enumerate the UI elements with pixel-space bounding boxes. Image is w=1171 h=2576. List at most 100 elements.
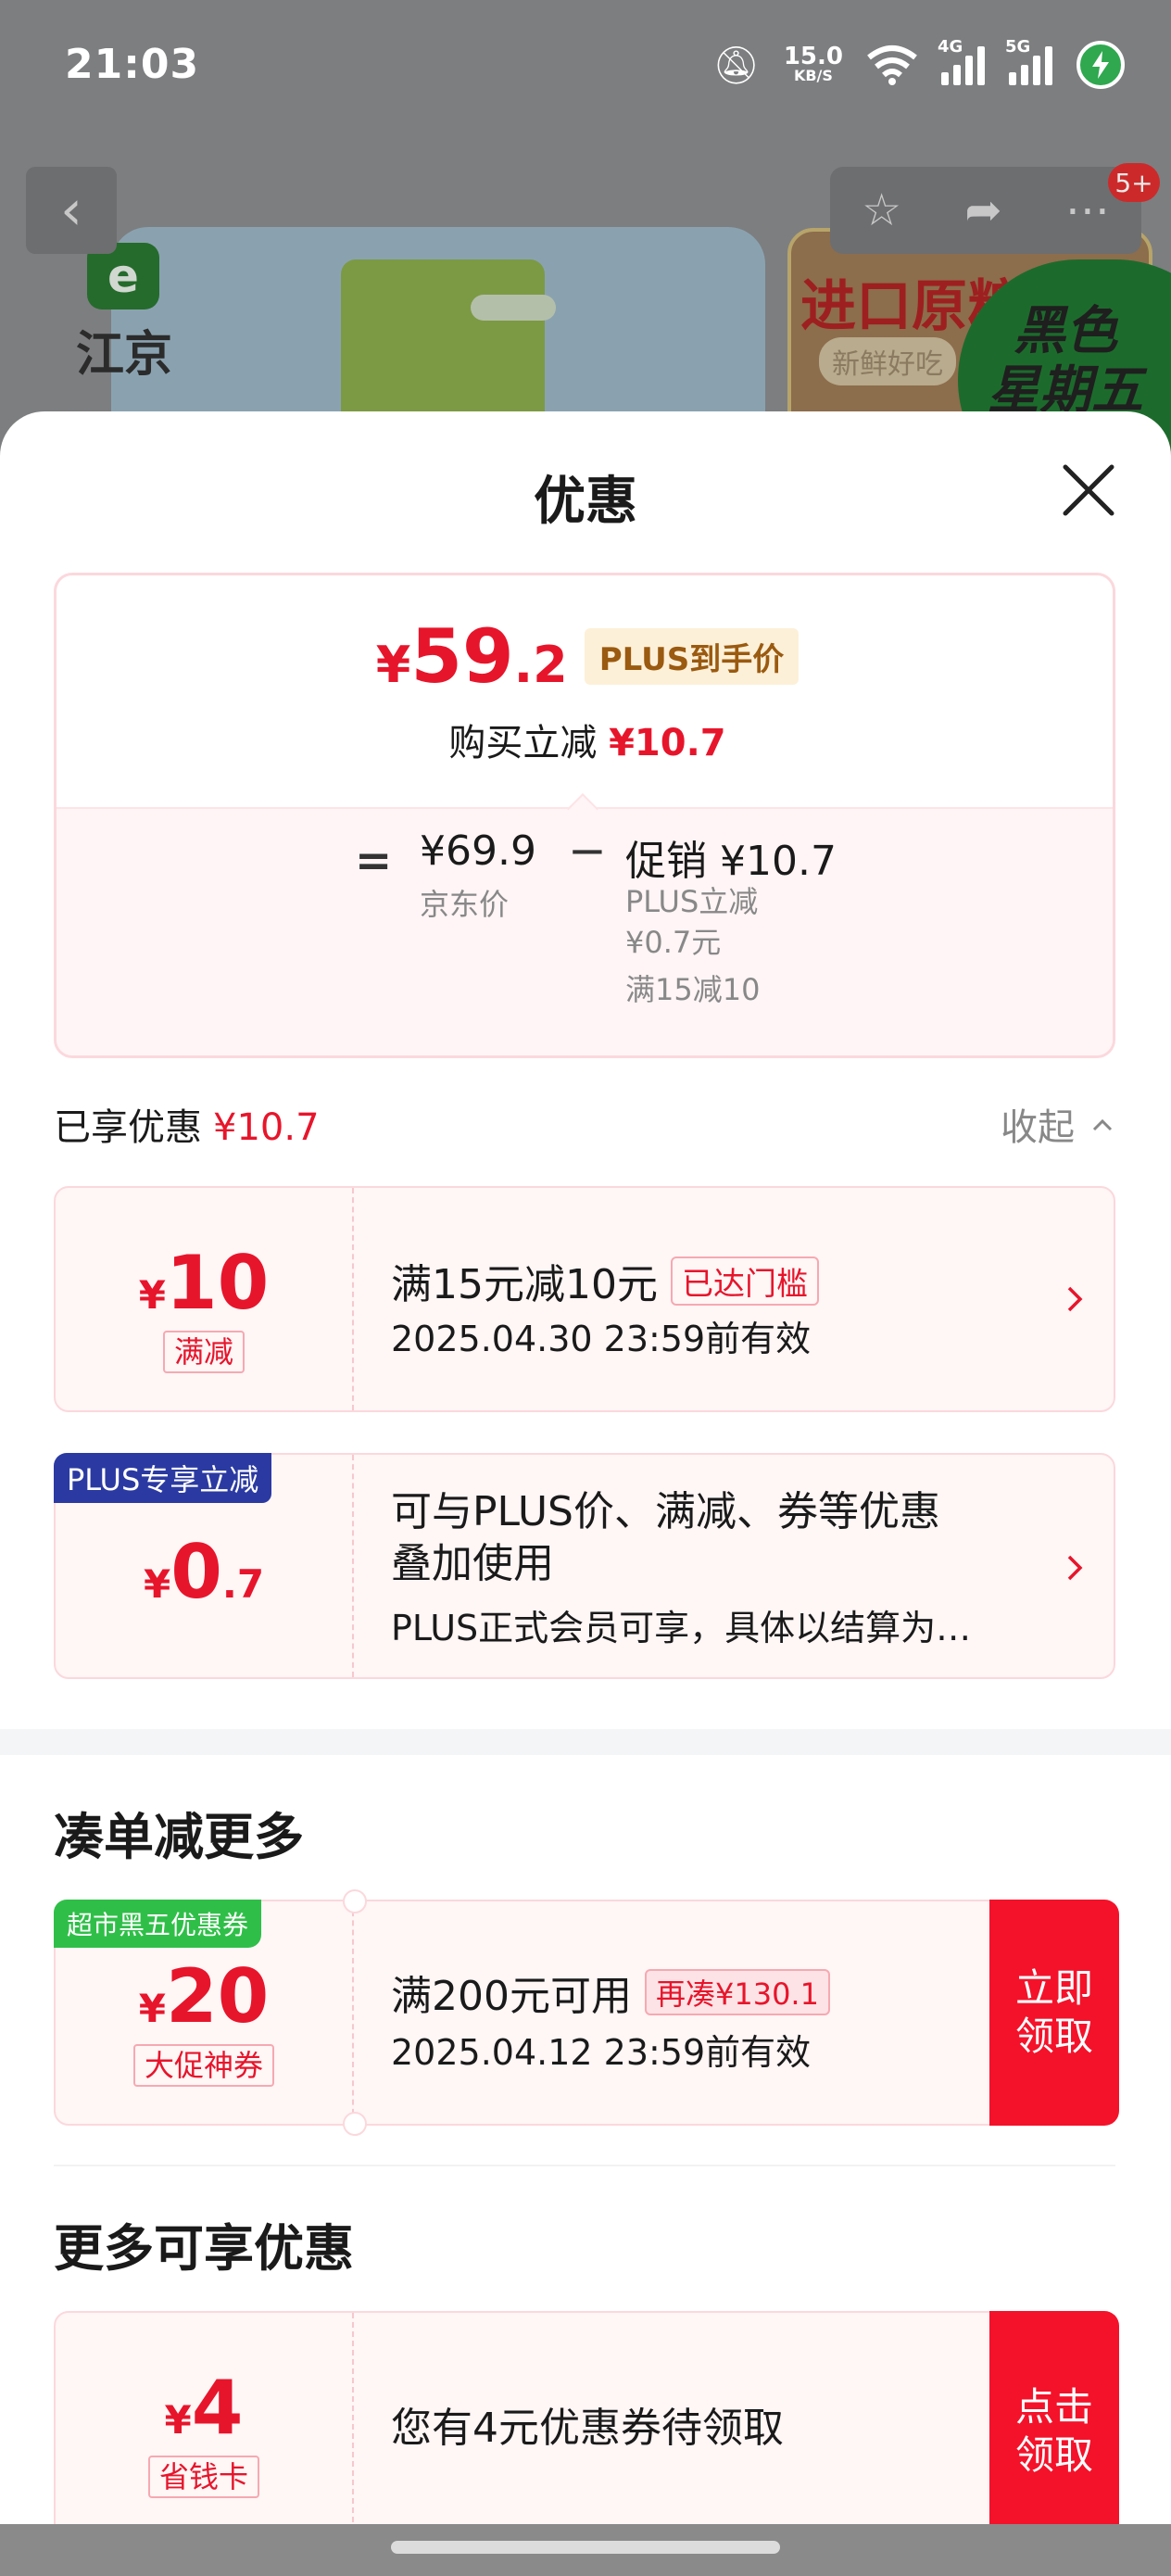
signal-5g-label: 5G [1005,37,1031,57]
coupon-amount: ¥0.7 [56,1529,352,1615]
ticket-notch [343,1889,367,1913]
divider [54,2165,1115,2166]
coupon-text: 满200元可用 再凑¥130.1 [391,1963,830,2022]
coupon-value: 0 [170,1529,222,1615]
coupon-value: 10 [165,1240,270,1326]
coupon-amount: ¥4 [56,2365,352,2451]
need-more-badge: 再凑¥130.1 [644,1969,830,2015]
card-divider [352,1455,354,1677]
instant-discount-label: 购买立减 [448,722,598,764]
coupon-tag-wrap: 大促神券 [56,2042,352,2087]
price-summary: ¥ 59 .2 PLUS到手价 购买立减 ¥10.7 = ¥69.9 京东价 −… [54,573,1115,1058]
back-button[interactable]: ‹ [26,167,117,254]
original-price: ¥69.9 [420,827,536,875]
more-icon[interactable]: ⋯ [1065,184,1110,236]
coupon-condition: 满15元减10元 [391,1261,658,1308]
message-badge: 5+ [1108,163,1160,202]
coupon-card-full-reduction[interactable]: ¥10 满减 满15元减10元 已达门槛 2025.04.30 23:59前有效 [54,1186,1115,1412]
coupon-tag: 省钱卡 [147,2456,259,2498]
promo-discount: 促销 ¥10.7 [625,838,837,885]
discount-sheet: 优惠 ¥ 59 .2 PLUS到手价 购买立减 ¥10.7 = ¥69.9 京东… [0,411,1171,2576]
coupon-text-line2: 叠加使用 [391,1540,554,1587]
promo-detail-plus: PLUS立减 [625,884,759,919]
section-separator [0,1729,1171,1755]
coupon-text: 您有4元优惠券待领取 [391,2405,784,2452]
close-icon[interactable] [1056,458,1121,523]
section-title-more-reduction: 凑单减更多 [54,1808,304,1866]
section-title-more-offers: 更多可享优惠 [54,2219,354,2278]
status-icons: 🔕︎ 15.0 KB/S 4G 5G [712,37,1125,93]
plus-price: ¥ 59 .2 [376,613,568,700]
coupon-expiry: 2025.04.12 23:59前有效 [391,2032,812,2073]
minus-sign: − [568,824,607,878]
brand-name: 江京 [76,327,173,383]
threshold-reached-badge: 已达门槛 [670,1256,819,1306]
wifi-icon [867,45,917,85]
click-claim-button[interactable]: 点击 领取 [989,2311,1119,2552]
coupon-value: 4 [191,2365,244,2451]
coupon-card-saver[interactable]: ¥4 省钱卡 您有4元优惠券待领取 点击 领取 [54,2311,1119,2552]
network-speed: 15.0 KB/S [784,44,843,84]
share-icon[interactable]: ➦ [964,184,1001,236]
coupon-text: 可与PLUS价、满减、券等优惠 叠加使用 [391,1486,940,1590]
coupon-tag-wrap: 满减 [56,1329,352,1373]
coupon-card-plus[interactable]: PLUS专享立减 ¥0.7 可与PLUS价、满减、券等优惠 叠加使用 PLUS正… [54,1453,1115,1679]
coupon-text-line1: 可与PLUS价、满减、券等优惠 [391,1488,940,1535]
top-action-bar: ☆ ➦ ⋯ [830,167,1141,254]
coupon-card-black-friday[interactable]: 超市黑五优惠券 ¥20 大促神券 满200元可用 再凑¥130.1 2025.04… [54,1889,1119,2136]
coupon-tag: 满减 [162,1331,245,1373]
coupon-condition: 满200元可用 [391,1973,632,2020]
collapse-button[interactable]: 收起 [1001,1097,1075,1151]
instant-discount-value: ¥10.7 [609,722,726,764]
chevron-left-icon: ‹ [60,178,82,243]
home-indicator[interactable] [391,2541,780,2554]
coupon-value: 20 [165,1953,270,2039]
card-divider [352,2313,354,2550]
mute-icon: 🔕︎ [712,44,760,87]
coupon-tag-wrap: 省钱卡 [56,2454,352,2498]
promo-detail-threshold: 满15减10 [625,972,761,1007]
coupon-currency: ¥ [143,1561,171,1607]
chevron-up-icon[interactable] [1091,1114,1114,1136]
coupon-note: PLUS正式会员可享，具体以结算为… [391,1608,972,1648]
card-divider [352,1901,354,2124]
star-icon[interactable]: ☆ [862,184,901,236]
price-decimal: .2 [513,636,568,694]
coupon-expiry: 2025.04.30 23:59前有效 [391,1319,812,1359]
card-divider [352,1188,354,1410]
coupon-currency: ¥ [138,1272,166,1318]
chevron-right-icon[interactable] [1058,1282,1091,1316]
promo-detail: PLUS立减 ¥0.7元 [625,881,758,963]
signal-5g-icon: 5G [1005,37,1052,85]
coupon-amount: ¥10 [56,1240,352,1326]
ticket-notch [343,2112,367,2136]
status-time: 21:03 [65,41,200,88]
coupon-amount: ¥20 [56,1953,352,2039]
sheet-title: 优惠 [534,472,637,532]
promo-detail-amount: ¥0.7元 [625,925,722,960]
plus-price-tag: PLUS到手价 [584,628,800,685]
signal-4g-label: 4G [938,37,963,57]
signal-4g-icon: 4G [938,37,985,85]
enjoyed-value: ¥10.7 [213,1106,320,1149]
promo-badge-text: 黑色 星期五 [988,301,1143,421]
plus-ribbon: PLUS专享立减 [54,1453,272,1503]
promo-subtitle: 新鲜好吃 [819,337,956,385]
plus-price-row: ¥ 59 .2 PLUS到手价 [57,613,1113,700]
enjoyed-discount: 已享优惠 ¥10.7 [54,1097,320,1151]
supermarket-ribbon: 超市黑五优惠券 [54,1900,262,1948]
status-bar: 21:03 🔕︎ 15.0 KB/S 4G 5G [0,0,1171,139]
claim-now-button[interactable]: 立即 领取 [989,1900,1119,2126]
coupon-currency: ¥ [164,2397,192,2443]
rice-bag-handle [471,295,556,321]
price-integer: 59 [410,613,514,700]
chevron-right-icon[interactable] [1058,1551,1091,1585]
battery-charging-icon [1077,41,1125,89]
coupon-text: 满15元减10元 已达门槛 [391,1251,819,1310]
equals-sign: = [355,835,393,887]
original-price-label: 京东价 [420,887,510,922]
enjoyed-label: 已享优惠 [54,1106,202,1149]
coupon-currency: ¥ [138,1986,166,2031]
coupon-tag: 大促神券 [132,2044,274,2087]
coupon-decimal: .7 [221,1561,265,1607]
